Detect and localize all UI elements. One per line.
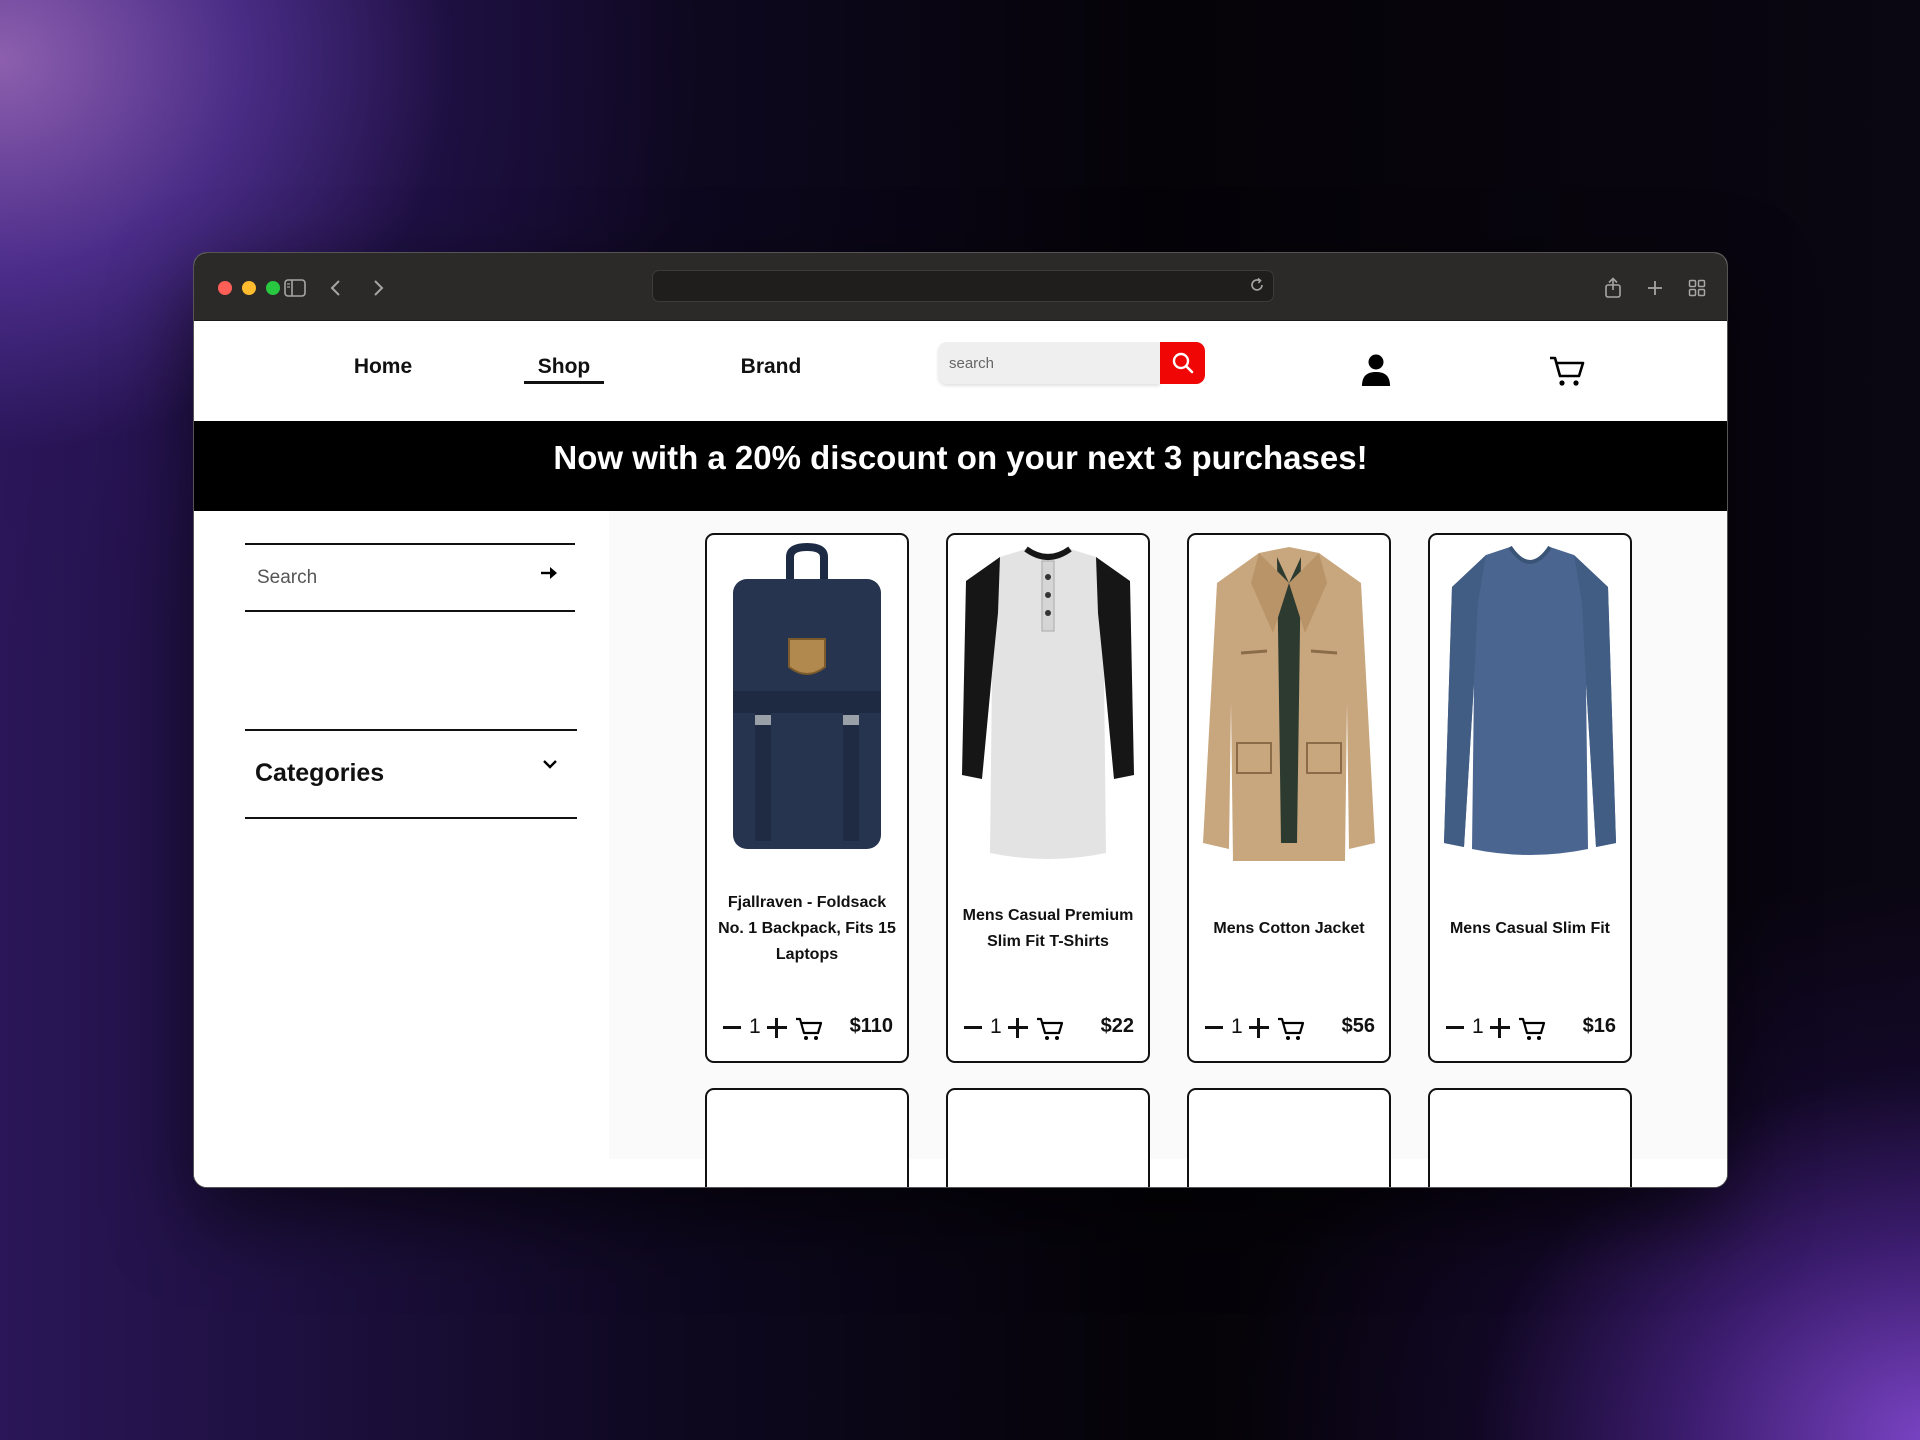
search-icon — [1172, 352, 1193, 374]
rose-gold-earrings-image — [1438, 1098, 1622, 1188]
web-page: Home Shop Brand Now with a 20% discount … — [194, 321, 1727, 1187]
product-card[interactable]: Mens Casual Slim Fit 1 $16 — [1428, 533, 1632, 1063]
ring-image — [956, 1098, 1140, 1188]
nav-home-link[interactable]: Home — [338, 355, 428, 379]
product-card[interactable] — [1187, 1088, 1391, 1188]
nav-shop-link[interactable]: Shop — [524, 355, 604, 379]
product-controls: 1 $56 — [1205, 1013, 1375, 1043]
add-to-cart-icon[interactable] — [795, 1016, 823, 1042]
quantity-value: 1 — [749, 1015, 761, 1038]
increase-qty-button[interactable] — [767, 1018, 787, 1038]
decrease-qty-button[interactable] — [723, 1026, 741, 1029]
product-title: Mens Casual Slim Fit — [1449, 920, 1611, 937]
product-title: Mens Cotton Jacket — [1213, 920, 1365, 937]
long-sleeve-shirt-image — [1438, 543, 1622, 867]
product-controls: 1 $22 — [964, 1013, 1134, 1043]
jacket-image — [1197, 543, 1381, 867]
quantity-value: 1 — [990, 1015, 1002, 1038]
minimize-window-button[interactable] — [242, 281, 256, 295]
product-card[interactable] — [946, 1088, 1150, 1188]
decrease-qty-button[interactable] — [1446, 1026, 1464, 1029]
bracelet-image — [715, 1098, 899, 1188]
filter-sidebar: Categories — [194, 511, 609, 1187]
add-to-cart-icon[interactable] — [1277, 1016, 1305, 1042]
decrease-qty-button[interactable] — [1205, 1026, 1223, 1029]
share-icon[interactable] — [1598, 273, 1628, 303]
reload-icon[interactable] — [1249, 277, 1265, 298]
user-account-icon[interactable] — [1359, 353, 1393, 387]
promo-banner: Now with a 20% discount on your next 3 p… — [194, 421, 1727, 511]
product-grid: Fjallraven - Foldsack No. 1 Backpack, Fi… — [609, 511, 1727, 1187]
maximize-window-button[interactable] — [266, 281, 280, 295]
backpack-image — [715, 543, 899, 867]
product-card[interactable] — [1428, 1088, 1632, 1188]
product-controls: 1 $16 — [1446, 1013, 1616, 1043]
address-bar[interactable] — [652, 270, 1274, 302]
product-card[interactable]: Mens Cotton Jacket 1 $56 — [1187, 533, 1391, 1063]
increase-qty-button[interactable] — [1008, 1018, 1028, 1038]
active-tab-underline — [524, 381, 604, 384]
close-window-button[interactable] — [218, 281, 232, 295]
product-card[interactable]: Mens Casual Premium Slim Fit T-Shirts 1 … — [946, 533, 1150, 1063]
sidebar-search-input[interactable] — [255, 563, 519, 593]
quantity-value: 1 — [1231, 1015, 1243, 1038]
quantity-value: 1 — [1472, 1015, 1484, 1038]
product-price: $110 — [849, 1015, 893, 1037]
browser-titlebar — [194, 253, 1727, 321]
back-arrow-icon[interactable] — [321, 273, 351, 303]
product-card[interactable] — [705, 1088, 909, 1188]
arrow-right-icon[interactable] — [539, 563, 559, 588]
product-card[interactable]: Fjallraven - Foldsack No. 1 Backpack, Fi… — [705, 533, 909, 1063]
product-controls: 1 $110 — [723, 1013, 893, 1043]
tab-overview-icon[interactable] — [1682, 273, 1712, 303]
nav-brand-link[interactable]: Brand — [726, 355, 816, 379]
diamond-ring-image — [1197, 1098, 1381, 1188]
sidebar-toggle-icon[interactable] — [280, 273, 310, 303]
header-search-box — [938, 342, 1160, 384]
header-search-button[interactable] — [1160, 342, 1205, 384]
product-price: $22 — [1100, 1015, 1134, 1037]
forward-arrow-icon[interactable] — [363, 273, 393, 303]
shopping-cart-icon[interactable] — [1548, 354, 1586, 388]
add-to-cart-icon[interactable] — [1518, 1016, 1546, 1042]
tshirt-image — [956, 543, 1140, 867]
increase-qty-button[interactable] — [1249, 1018, 1269, 1038]
top-navigation: Home Shop Brand — [194, 321, 1727, 421]
categories-dropdown[interactable]: Categories — [245, 729, 577, 819]
chevron-down-icon — [541, 757, 559, 776]
product-title: Fjallraven - Foldsack No. 1 Backpack, Fi… — [718, 894, 896, 963]
product-price: $16 — [1582, 1015, 1616, 1037]
sidebar-search — [245, 543, 575, 612]
product-title: Mens Casual Premium Slim Fit T-Shirts — [962, 907, 1134, 950]
new-tab-icon[interactable] — [1640, 273, 1670, 303]
add-to-cart-icon[interactable] — [1036, 1016, 1064, 1042]
increase-qty-button[interactable] — [1490, 1018, 1510, 1038]
product-price: $56 — [1341, 1015, 1375, 1037]
browser-window: Home Shop Brand Now with a 20% discount … — [193, 252, 1728, 1188]
header-search-input[interactable] — [938, 342, 1149, 384]
categories-label: Categories — [255, 759, 385, 787]
decrease-qty-button[interactable] — [964, 1026, 982, 1029]
